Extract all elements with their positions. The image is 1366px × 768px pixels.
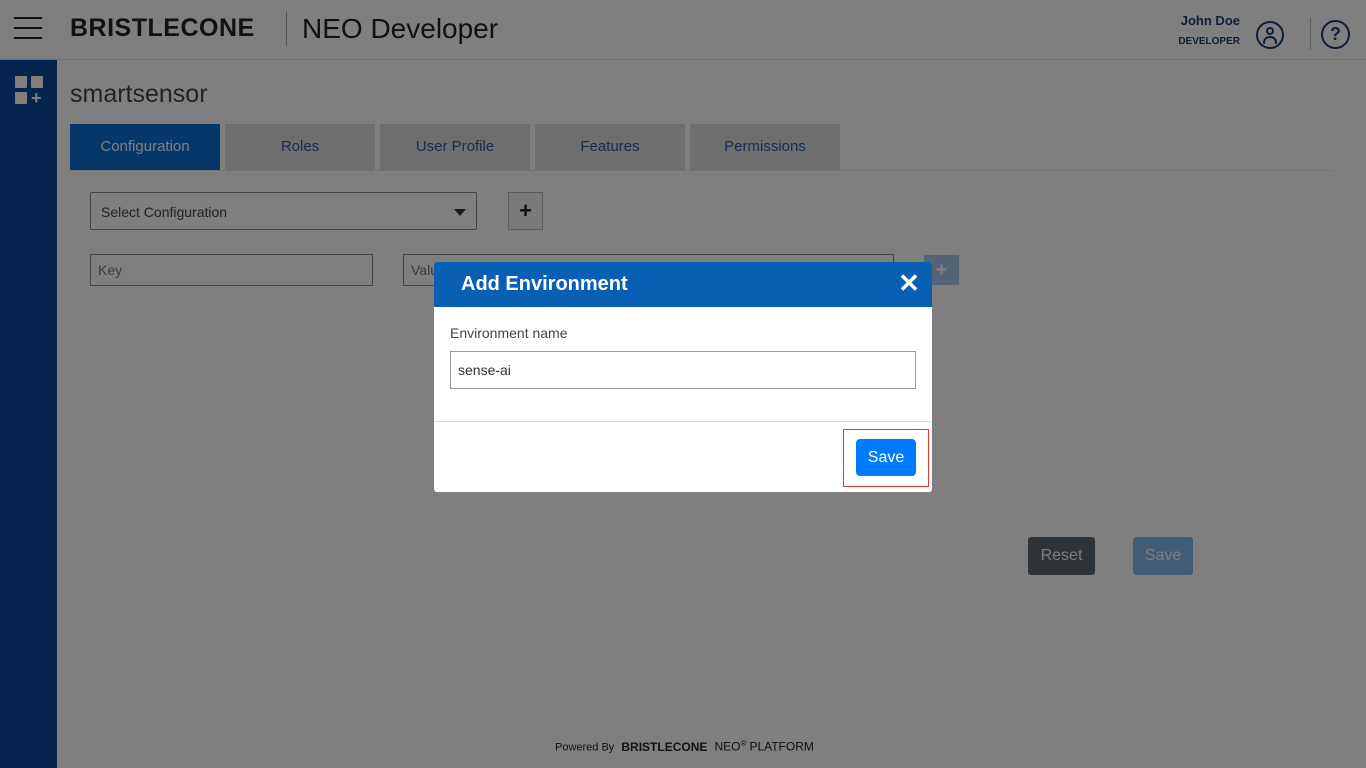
- dialog-title: Add Environment: [461, 273, 628, 295]
- dialog-header: Add Environment ✕: [434, 262, 932, 307]
- environment-name-input[interactable]: [450, 351, 916, 389]
- environment-name-label: Environment name: [450, 325, 568, 341]
- add-environment-dialog: Add Environment ✕ Environment name Save: [434, 262, 932, 492]
- close-icon[interactable]: ✕: [898, 270, 920, 296]
- dialog-save-button[interactable]: Save: [856, 439, 916, 476]
- dialog-divider: [434, 421, 932, 422]
